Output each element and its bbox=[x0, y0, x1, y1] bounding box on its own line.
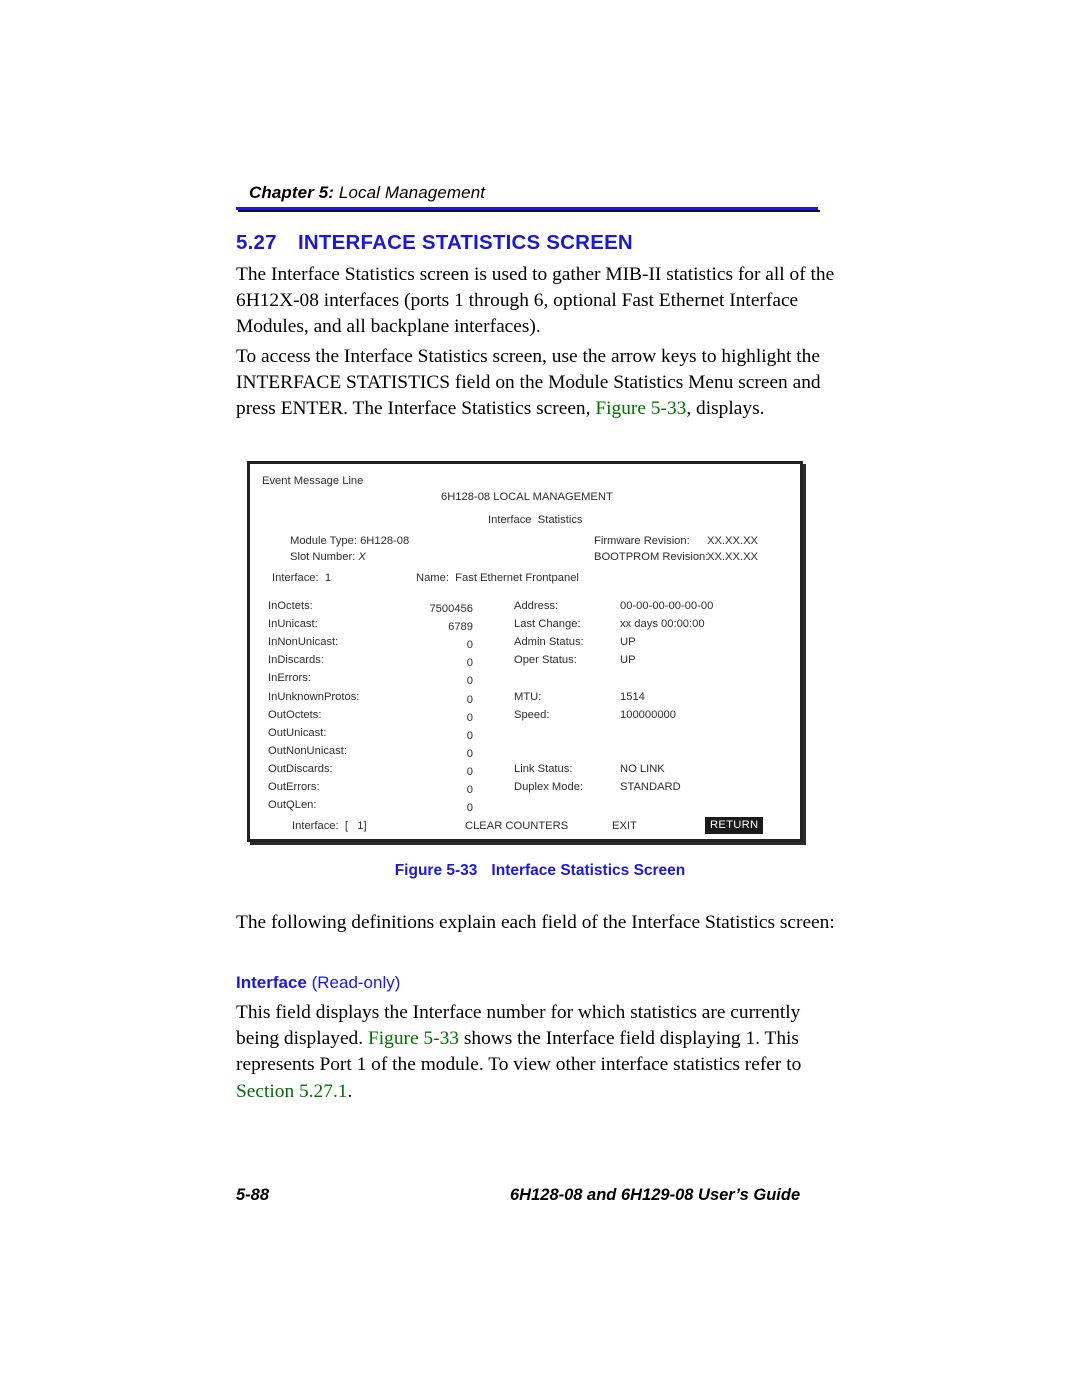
stat-label: Duplex Mode: bbox=[514, 781, 584, 793]
document-page: Chapter 5: Local Management 5.27 INTERFAC… bbox=[0, 0, 1080, 1397]
event-message-line: Event Message Line bbox=[262, 475, 364, 487]
footer-guide-title: 6H128-08 and 6H129-08 User’s Guide bbox=[510, 1186, 801, 1204]
intro-paragraph-2: To access the Interface Statistics scree… bbox=[236, 344, 836, 423]
chapter-header-bold: Chapter 5: bbox=[249, 183, 335, 202]
firmware-revision-value: XX.XX.XX bbox=[707, 535, 758, 547]
intro-paragraph-2-text-b: , displays. bbox=[686, 398, 765, 420]
screen-subtitle: Interface Statistics bbox=[488, 514, 583, 526]
stat-label: OutUnicast: bbox=[268, 726, 327, 739]
definitions-intro-paragraph: The following definitions explain each f… bbox=[236, 910, 836, 936]
page-title: 5.27 INTERFACE STATISTICS SCREEN bbox=[236, 231, 633, 255]
stat-label: Link Status: bbox=[514, 762, 573, 775]
stat-label: OutErrors: bbox=[268, 781, 320, 793]
stat-value: UP bbox=[620, 636, 636, 649]
slot-number-label: Slot Number: bbox=[290, 551, 359, 563]
stat-value: 0 bbox=[466, 784, 473, 796]
stat-label: MTU: bbox=[514, 690, 542, 703]
stat-label: OutOctets: bbox=[268, 708, 322, 721]
footer-page-number: 5-88 bbox=[236, 1186, 270, 1204]
stat-label: InOctets: bbox=[268, 600, 313, 612]
stat-label: OutNonUnicast: bbox=[268, 744, 347, 757]
stat-label: InUnicast: bbox=[268, 618, 318, 631]
stat-value: 100000000 bbox=[620, 708, 676, 721]
terminal-screen-figure: Event Message Line 6H128-08 LOCAL MANAGE… bbox=[247, 461, 803, 842]
definition-body-text-c: . bbox=[347, 1080, 353, 1102]
exit-button[interactable]: EXIT bbox=[612, 820, 637, 833]
interface-number-field: Interface: 1 bbox=[272, 572, 332, 584]
module-type-field: Module Type: 6H128-08 bbox=[290, 535, 410, 547]
definition-body-paragraph: This field displays the Interface number… bbox=[236, 1000, 836, 1105]
figure-caption-title: Interface Statistics Screen bbox=[491, 862, 686, 879]
stat-label: Speed: bbox=[514, 708, 550, 721]
definition-term: Interface bbox=[236, 973, 307, 992]
figure-caption-label: Figure 5-33 bbox=[394, 862, 478, 879]
stat-value: UP bbox=[620, 654, 636, 667]
stat-label: InDiscards: bbox=[268, 654, 324, 667]
header-rule-shadow bbox=[238, 210, 820, 212]
stat-value: 6789 bbox=[448, 621, 473, 634]
stat-value: xx days 00:00:00 bbox=[620, 618, 705, 631]
definitions-intro-text: The following definitions explain each f… bbox=[236, 912, 835, 933]
figure-caption: Figure 5-33 Interface Statistics Screen bbox=[0, 862, 1080, 880]
return-button[interactable]: RETURN bbox=[705, 817, 764, 834]
slot-number-field: Slot Number: X bbox=[290, 551, 366, 564]
section-cross-reference[interactable]: Section 5.27.1 bbox=[236, 1081, 348, 1102]
stat-value: 0 bbox=[466, 657, 473, 670]
stat-value: 0 bbox=[466, 765, 473, 778]
stat-value: 00-00-00-00-00-00 bbox=[620, 600, 714, 612]
bootprom-revision-label: BOOTPROM Revision: bbox=[594, 551, 709, 563]
stat-value: 0 bbox=[466, 729, 473, 742]
stat-label: InErrors: bbox=[268, 672, 311, 685]
stat-value: 0 bbox=[466, 747, 473, 760]
stat-value: 0 bbox=[466, 711, 473, 724]
stat-value: NO LINK bbox=[620, 762, 665, 775]
stat-value: 0 bbox=[466, 675, 473, 688]
definition-access-mode: (Read-only) bbox=[306, 973, 401, 992]
bootprom-revision-value: XX.XX.XX bbox=[707, 551, 758, 563]
stat-label: Admin Status: bbox=[514, 636, 584, 649]
stat-value: 0 bbox=[466, 639, 473, 652]
stat-value: 0 bbox=[466, 693, 473, 706]
stat-label: InNonUnicast: bbox=[268, 636, 339, 649]
firmware-revision-label: Firmware Revision: bbox=[594, 535, 690, 547]
section-number: 5.27 bbox=[236, 231, 277, 254]
figure-cross-reference-1[interactable]: Figure 5-33 bbox=[595, 398, 686, 419]
stat-label: OutQLen: bbox=[268, 799, 317, 812]
stat-label: OutDiscards: bbox=[268, 762, 333, 775]
clear-counters-button[interactable]: CLEAR COUNTERS bbox=[465, 820, 568, 833]
stat-label: Address: bbox=[514, 600, 559, 612]
screen-header-title: 6H128-08 LOCAL MANAGEMENT bbox=[441, 491, 613, 503]
intro-paragraph-1-text: The Interface Statistics screen is used … bbox=[236, 264, 835, 338]
intro-paragraph-1: The Interface Statistics screen is used … bbox=[236, 262, 836, 341]
chapter-header: Chapter 5: Local Management bbox=[249, 183, 485, 203]
stat-label: Oper Status: bbox=[514, 654, 577, 667]
stat-value: 0 bbox=[466, 802, 473, 815]
definition-heading: Interface (Read-only) bbox=[236, 973, 400, 993]
slot-number-value: X bbox=[358, 551, 366, 563]
stat-label: Last Change: bbox=[514, 618, 581, 631]
stat-value: 1514 bbox=[620, 690, 645, 703]
section-title: INTERFACE STATISTICS SCREEN bbox=[298, 231, 633, 254]
stat-value: 7500456 bbox=[429, 603, 473, 615]
header-rule bbox=[236, 207, 818, 210]
local-management-screen: Event Message Line 6H128-08 LOCAL MANAGE… bbox=[250, 464, 800, 839]
stat-value: STANDARD bbox=[620, 781, 681, 793]
stat-label: InUnknownProtos: bbox=[268, 690, 360, 703]
interface-selector-field[interactable]: Interface: [ 1] bbox=[292, 820, 367, 833]
interface-name-field: Name: Fast Ethernet Frontpanel bbox=[416, 572, 579, 584]
chapter-header-title: Local Management bbox=[334, 183, 486, 202]
figure-cross-reference-2[interactable]: Figure 5-33 bbox=[368, 1028, 459, 1049]
